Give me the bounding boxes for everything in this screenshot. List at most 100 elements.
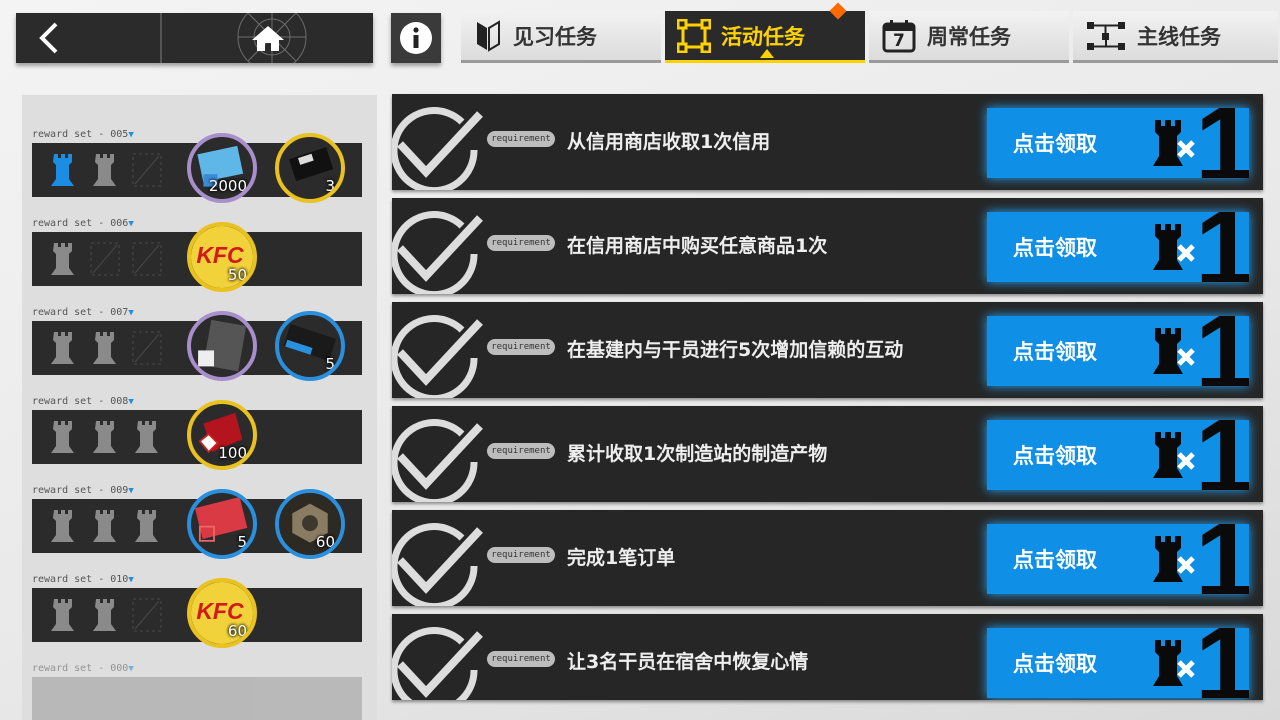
- reward-set[interactable]: reward set - 000▼: [32, 663, 362, 720]
- reward-set-label: reward set - 007: [32, 307, 129, 318]
- rook-empty-icon: [42, 238, 84, 280]
- claim-label: 点击领取: [1013, 444, 1097, 468]
- reward-item[interactable]: KFC 60: [187, 578, 257, 648]
- home-button[interactable]: [162, 13, 373, 63]
- claim-button[interactable]: 点击领取 1: [987, 316, 1249, 386]
- reward-set[interactable]: reward set - 005▼ 2000 3: [32, 129, 362, 203]
- tab-label: 周常任务: [927, 24, 1011, 49]
- reward-item[interactable]: 100: [187, 400, 257, 470]
- rook-empty-icon: [84, 327, 126, 369]
- reward-item[interactable]: 5: [275, 311, 345, 381]
- reward-bar: 100: [32, 400, 362, 470]
- claim-label: 点击领取: [1013, 340, 1097, 364]
- reward-bar: 5 60: [32, 489, 362, 559]
- reward-set-label: reward set - 008: [32, 396, 129, 407]
- rook-empty-icon: [42, 594, 84, 636]
- check-circle-icon: [392, 419, 483, 502]
- reward-item[interactable]: 3: [275, 133, 345, 203]
- mission-row: requirement 从信用商店收取1次信用 点击领取 1: [392, 94, 1263, 190]
- reward-count: 5: [237, 533, 247, 551]
- claim-button[interactable]: 点击领取 1: [987, 420, 1249, 490]
- reward-bar: KFC 50: [32, 222, 362, 292]
- reward-bar: KFC 60: [32, 578, 362, 648]
- check-circle-icon: [392, 211, 483, 294]
- rook-filled-icon: [42, 149, 84, 191]
- triangle-down-icon: ▼: [128, 664, 134, 674]
- tab-label: 见习任务: [513, 24, 597, 49]
- claim-label: 点击领取: [1013, 652, 1097, 676]
- requirement-tag: requirement: [487, 339, 555, 355]
- furniture-pack-icon: [198, 319, 247, 372]
- tab-event-missions[interactable]: 活动任务: [665, 2, 865, 63]
- reward-item[interactable]: 2000: [187, 133, 257, 203]
- claim-label: 点击领取: [1013, 548, 1097, 572]
- reward-set[interactable]: reward set - 006▼ KFC 50: [32, 218, 362, 292]
- reward-count: 3: [325, 177, 335, 195]
- triangle-down-icon: ▼: [128, 575, 134, 585]
- claim-button[interactable]: 点击领取 1: [987, 524, 1249, 594]
- rook-empty-icon: [42, 505, 84, 547]
- tab-label: 活动任务: [721, 24, 805, 49]
- reward-count: 50: [227, 266, 247, 284]
- reward-bar: [32, 677, 362, 720]
- mission-description: 完成1笔订单: [567, 547, 676, 569]
- reward-count: 2000: [208, 177, 247, 195]
- frame-icon: [677, 18, 711, 53]
- reward-item[interactable]: [187, 311, 257, 381]
- requirement-tag: requirement: [487, 131, 555, 147]
- reward-set[interactable]: reward set - 008▼ 100: [32, 396, 362, 470]
- reward-set[interactable]: reward set - 009▼ 5 60: [32, 485, 362, 559]
- reward-item[interactable]: KFC 50: [187, 222, 257, 292]
- empty-slot-icon: [126, 238, 168, 280]
- chevron-left-icon: [39, 22, 58, 54]
- active-caret-icon: [760, 49, 774, 58]
- reward-count: 60: [227, 622, 247, 640]
- svg-text:KFC: KFC: [196, 598, 244, 624]
- mission-row: requirement 让3名干员在宿舍中恢复心情 点击领取 1: [392, 614, 1263, 700]
- back-button[interactable]: [16, 13, 162, 63]
- top-nav-bar: [16, 13, 373, 63]
- mission-row: requirement 在信用商店中购买任意商品1次 点击领取 1: [392, 198, 1263, 294]
- rook-empty-icon: [42, 416, 84, 458]
- reward-set[interactable]: reward set - 010▼ KFC 60: [32, 574, 362, 648]
- rook-empty-icon: [84, 149, 126, 191]
- reward-quantity: 1: [1195, 524, 1249, 594]
- calendar-icon: 7: [881, 18, 917, 54]
- rook-empty-icon: [126, 416, 168, 458]
- empty-slot-icon: [126, 594, 168, 636]
- tab-main-missions[interactable]: 主线任务: [1073, 11, 1278, 63]
- empty-slot-icon: [84, 238, 126, 280]
- reward-set-label: reward set - 009: [32, 485, 129, 496]
- reward-quantity: 1: [1195, 316, 1249, 386]
- mission-description: 累计收取1次制造站的制造产物: [567, 443, 828, 465]
- check-circle-icon: [392, 315, 483, 398]
- reward-bar: 2000 3: [32, 133, 362, 203]
- claim-button[interactable]: 点击领取 1: [987, 628, 1249, 698]
- claim-label: 点击领取: [1013, 236, 1097, 260]
- reward-set-label: reward set - 005: [32, 129, 129, 140]
- claim-button[interactable]: 点击领取 1: [987, 108, 1249, 178]
- reward-set-panel: reward set - 005▼ 2000 3 reward set - 00…: [22, 95, 377, 720]
- empty-slot-icon: [126, 149, 168, 191]
- requirement-tag: requirement: [487, 651, 555, 667]
- reward-set-label: reward set - 000: [32, 663, 129, 674]
- claim-button[interactable]: 点击领取 1: [987, 212, 1249, 282]
- reward-set-label: reward set - 010: [32, 574, 129, 585]
- rook-empty-icon: [126, 505, 168, 547]
- mission-description: 从信用商店收取1次信用: [567, 131, 771, 153]
- triangle-down-icon: ▼: [128, 397, 134, 407]
- reward-set[interactable]: reward set - 007▼ 5: [32, 307, 362, 381]
- triangle-down-icon: ▼: [128, 130, 134, 140]
- reward-item[interactable]: 5: [187, 489, 257, 559]
- reward-item[interactable]: 60: [275, 489, 345, 559]
- info-button[interactable]: [391, 13, 441, 63]
- tab-weekly-missions[interactable]: 7 周常任务: [869, 11, 1069, 63]
- reward-quantity: 1: [1195, 420, 1249, 490]
- tab-trainee-missions[interactable]: 见习任务: [461, 11, 661, 63]
- reward-bar: 5: [32, 311, 362, 381]
- triangle-down-icon: ▼: [128, 308, 134, 318]
- empty-slot-icon: [126, 327, 168, 369]
- reward-quantity: 1: [1195, 108, 1249, 178]
- requirement-tag: requirement: [487, 235, 555, 251]
- requirement-tag: requirement: [487, 547, 555, 563]
